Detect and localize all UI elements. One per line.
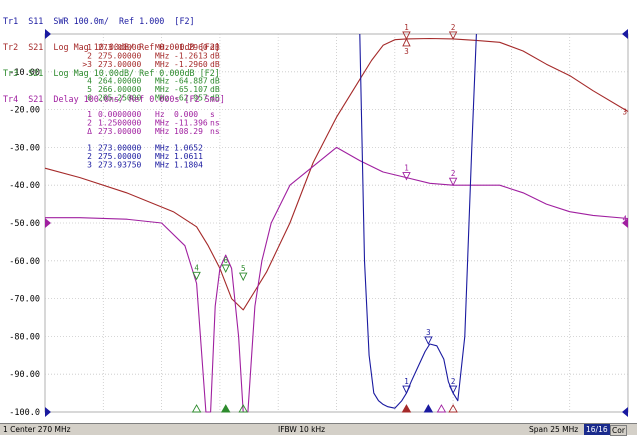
- left-ref-pointer: [45, 218, 51, 228]
- trace-header-line-tr4[interactable]: Tr4 S21 Delay 100.0ns/ Ref 0.000s [F2 Sm…: [3, 94, 225, 104]
- trace-marker-label: 4: [194, 263, 199, 272]
- marker-table-cell: 273.93750: [98, 161, 142, 170]
- trace-marker-label: 1: [404, 23, 409, 32]
- y-tick-label: -60.00: [9, 257, 40, 267]
- right-ref-pointer: [622, 407, 628, 417]
- trace-marker-label: 2: [451, 169, 456, 178]
- marker-table-cell: 273.00000: [98, 127, 142, 136]
- right-edge-label: 3: [622, 107, 627, 116]
- marker-table-cell: MHz: [155, 127, 170, 136]
- left-ref-pointer: [45, 407, 51, 417]
- marker-table-cell: 3: [87, 161, 92, 170]
- y-tick-label: -70.00: [9, 295, 40, 305]
- trace-marker: [402, 31, 411, 40]
- status-bar: 1 Center 270 MHz IFBW 10 kHz Span 25 MHz…: [0, 423, 637, 436]
- trace-marker-label: 3: [404, 47, 409, 56]
- y-tick-label: -50.00: [9, 219, 40, 229]
- trace-marker-label: 6: [223, 256, 228, 265]
- marker-table-cell: MHz: [155, 161, 170, 170]
- ifbw-readout[interactable]: IFBW 10 kHz: [278, 424, 325, 435]
- trace-header-line-tr3[interactable]: Tr3 S21 Log Mag 10.00dB/ Ref 0.000dB [F2…: [3, 69, 225, 78]
- trace-marker: [221, 264, 230, 273]
- y-tick-label: -100.0: [9, 408, 40, 418]
- marker-table-cell: 1.1804: [174, 161, 203, 170]
- marker-table-cell: Δ: [87, 127, 92, 136]
- right-edge-label: 4: [622, 214, 627, 223]
- span-readout[interactable]: Span 25 MHz: [529, 424, 578, 435]
- trace-marker: [424, 336, 433, 345]
- y-tick-label: -40.00: [9, 181, 40, 191]
- stimulus-marker: [423, 404, 434, 413]
- stimulus-marker: [401, 404, 412, 413]
- stimulus-marker: [220, 404, 231, 413]
- trace-marker: [238, 272, 248, 282]
- trace-marker-label: 2: [451, 23, 456, 32]
- stimulus-marker: [191, 404, 202, 413]
- trace-marker-label: 1: [404, 164, 409, 173]
- trace-marker-label: 5: [241, 264, 246, 273]
- center-frequency-readout[interactable]: 1 Center 270 MHz: [3, 424, 71, 435]
- trace-header: Tr1 S11 SWR 100.0m/ Ref 1.000 [F2] Tr2 S…: [3, 0, 225, 120]
- trace-marker-label: 1: [404, 377, 409, 386]
- correction-badge[interactable]: Cor: [610, 425, 627, 436]
- marker-table-cell: 108.29: [174, 127, 203, 136]
- trace-line: [359, 33, 477, 409]
- marker-table-cell: ns: [210, 127, 220, 136]
- trace-header-line-tr1[interactable]: Tr1 S11 SWR 100.0m/ Ref 1.000 [F2]: [3, 17, 225, 26]
- right-ref-pointer: [622, 29, 628, 39]
- point-count-badge[interactable]: 16/16: [584, 424, 610, 435]
- y-tick-label: -30.00: [9, 143, 40, 153]
- y-tick-label: -90.00: [9, 370, 40, 380]
- trace-marker: [402, 37, 411, 47]
- trace-marker-label: 3: [426, 328, 431, 337]
- y-tick-label: -80.00: [9, 332, 40, 342]
- vna-screen: -10.00 -20.00 -30.00 -40.00 -50.00 -60.00 -70.…: [0, 0, 637, 436]
- trace-header-line-tr2[interactable]: Tr2 S21 Log Mag 10.00dB/ Ref 0.000dB [F2…: [3, 43, 225, 52]
- stimulus-marker: [436, 404, 447, 413]
- trace-marker-label: 2: [451, 377, 456, 386]
